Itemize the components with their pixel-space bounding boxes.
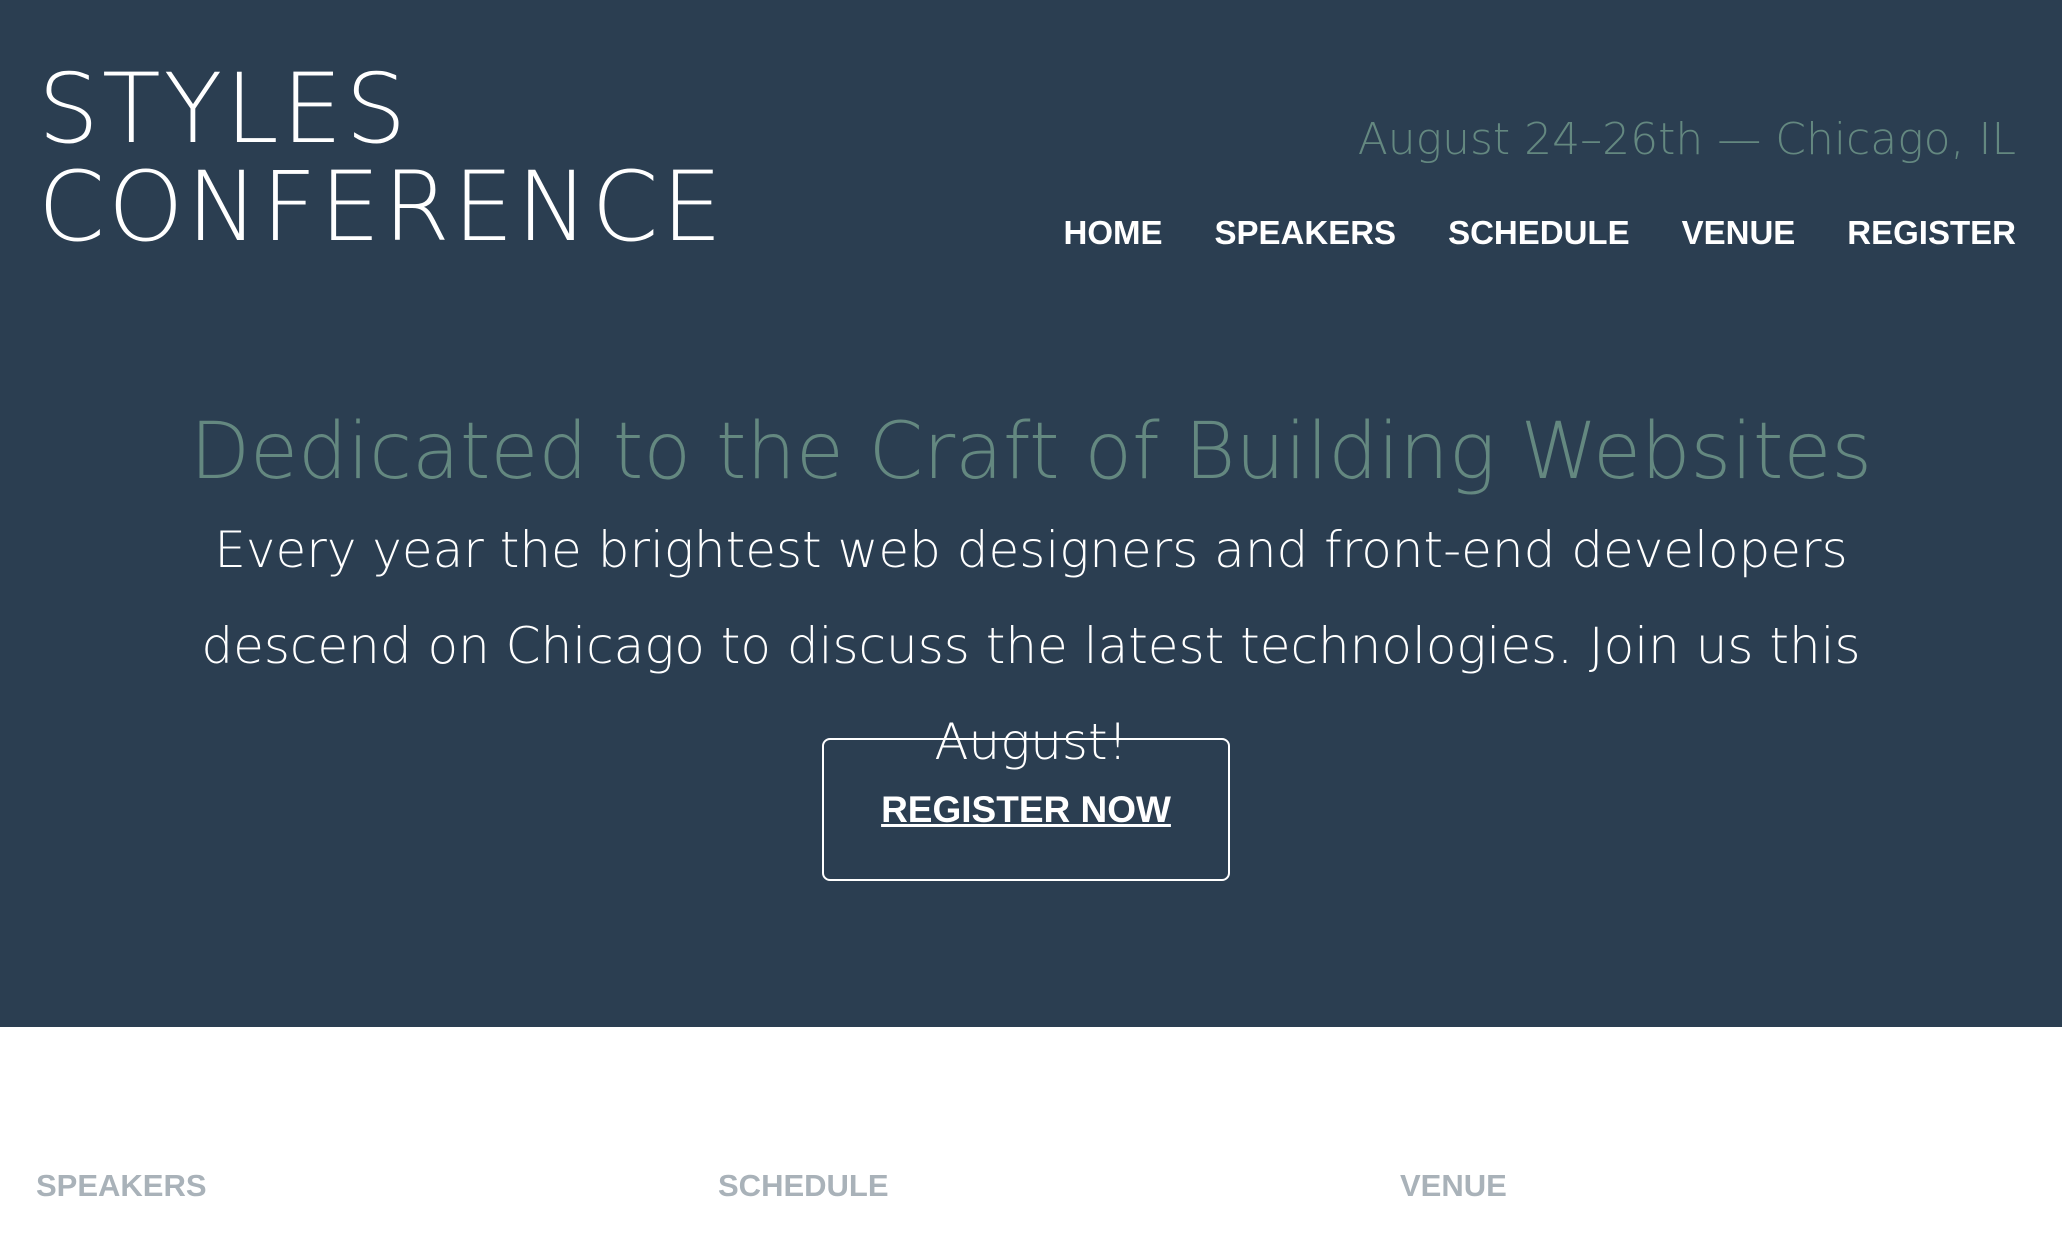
teaser-schedule-heading: SCHEDULE (718, 1168, 889, 1203)
teaser-venue-heading: VENUE (1400, 1168, 1507, 1203)
nav-schedule[interactable]: SCHEDULE (1448, 214, 1630, 252)
logo-line-styles: STYLES (38, 53, 410, 165)
hero-section: STYLES CONFERENCE August 24–26th — Chica… (0, 0, 2062, 1027)
site-logo[interactable]: STYLES CONFERENCE (38, 60, 725, 256)
nav-venue[interactable]: VENUE (1682, 214, 1796, 252)
nav-register[interactable]: REGISTER (1847, 214, 2016, 252)
hero-title: Dedicated to the Craft of Building Websi… (189, 407, 1873, 497)
primary-nav: HOME SPEAKERS SCHEDULE VENUE REGISTER (1064, 214, 2017, 252)
hero-content: Dedicated to the Craft of Building Websi… (0, 402, 2062, 790)
nav-home[interactable]: HOME (1064, 214, 1163, 252)
logo-line-conference: CONFERENCE (38, 151, 726, 263)
register-now-button[interactable]: REGISTER NOW (822, 738, 1230, 881)
nav-speakers[interactable]: SPEAKERS (1215, 214, 1397, 252)
teaser-speakers-heading: SPEAKERS (36, 1168, 207, 1203)
event-date-location: August 24–26th — Chicago, IL (1357, 114, 2016, 165)
